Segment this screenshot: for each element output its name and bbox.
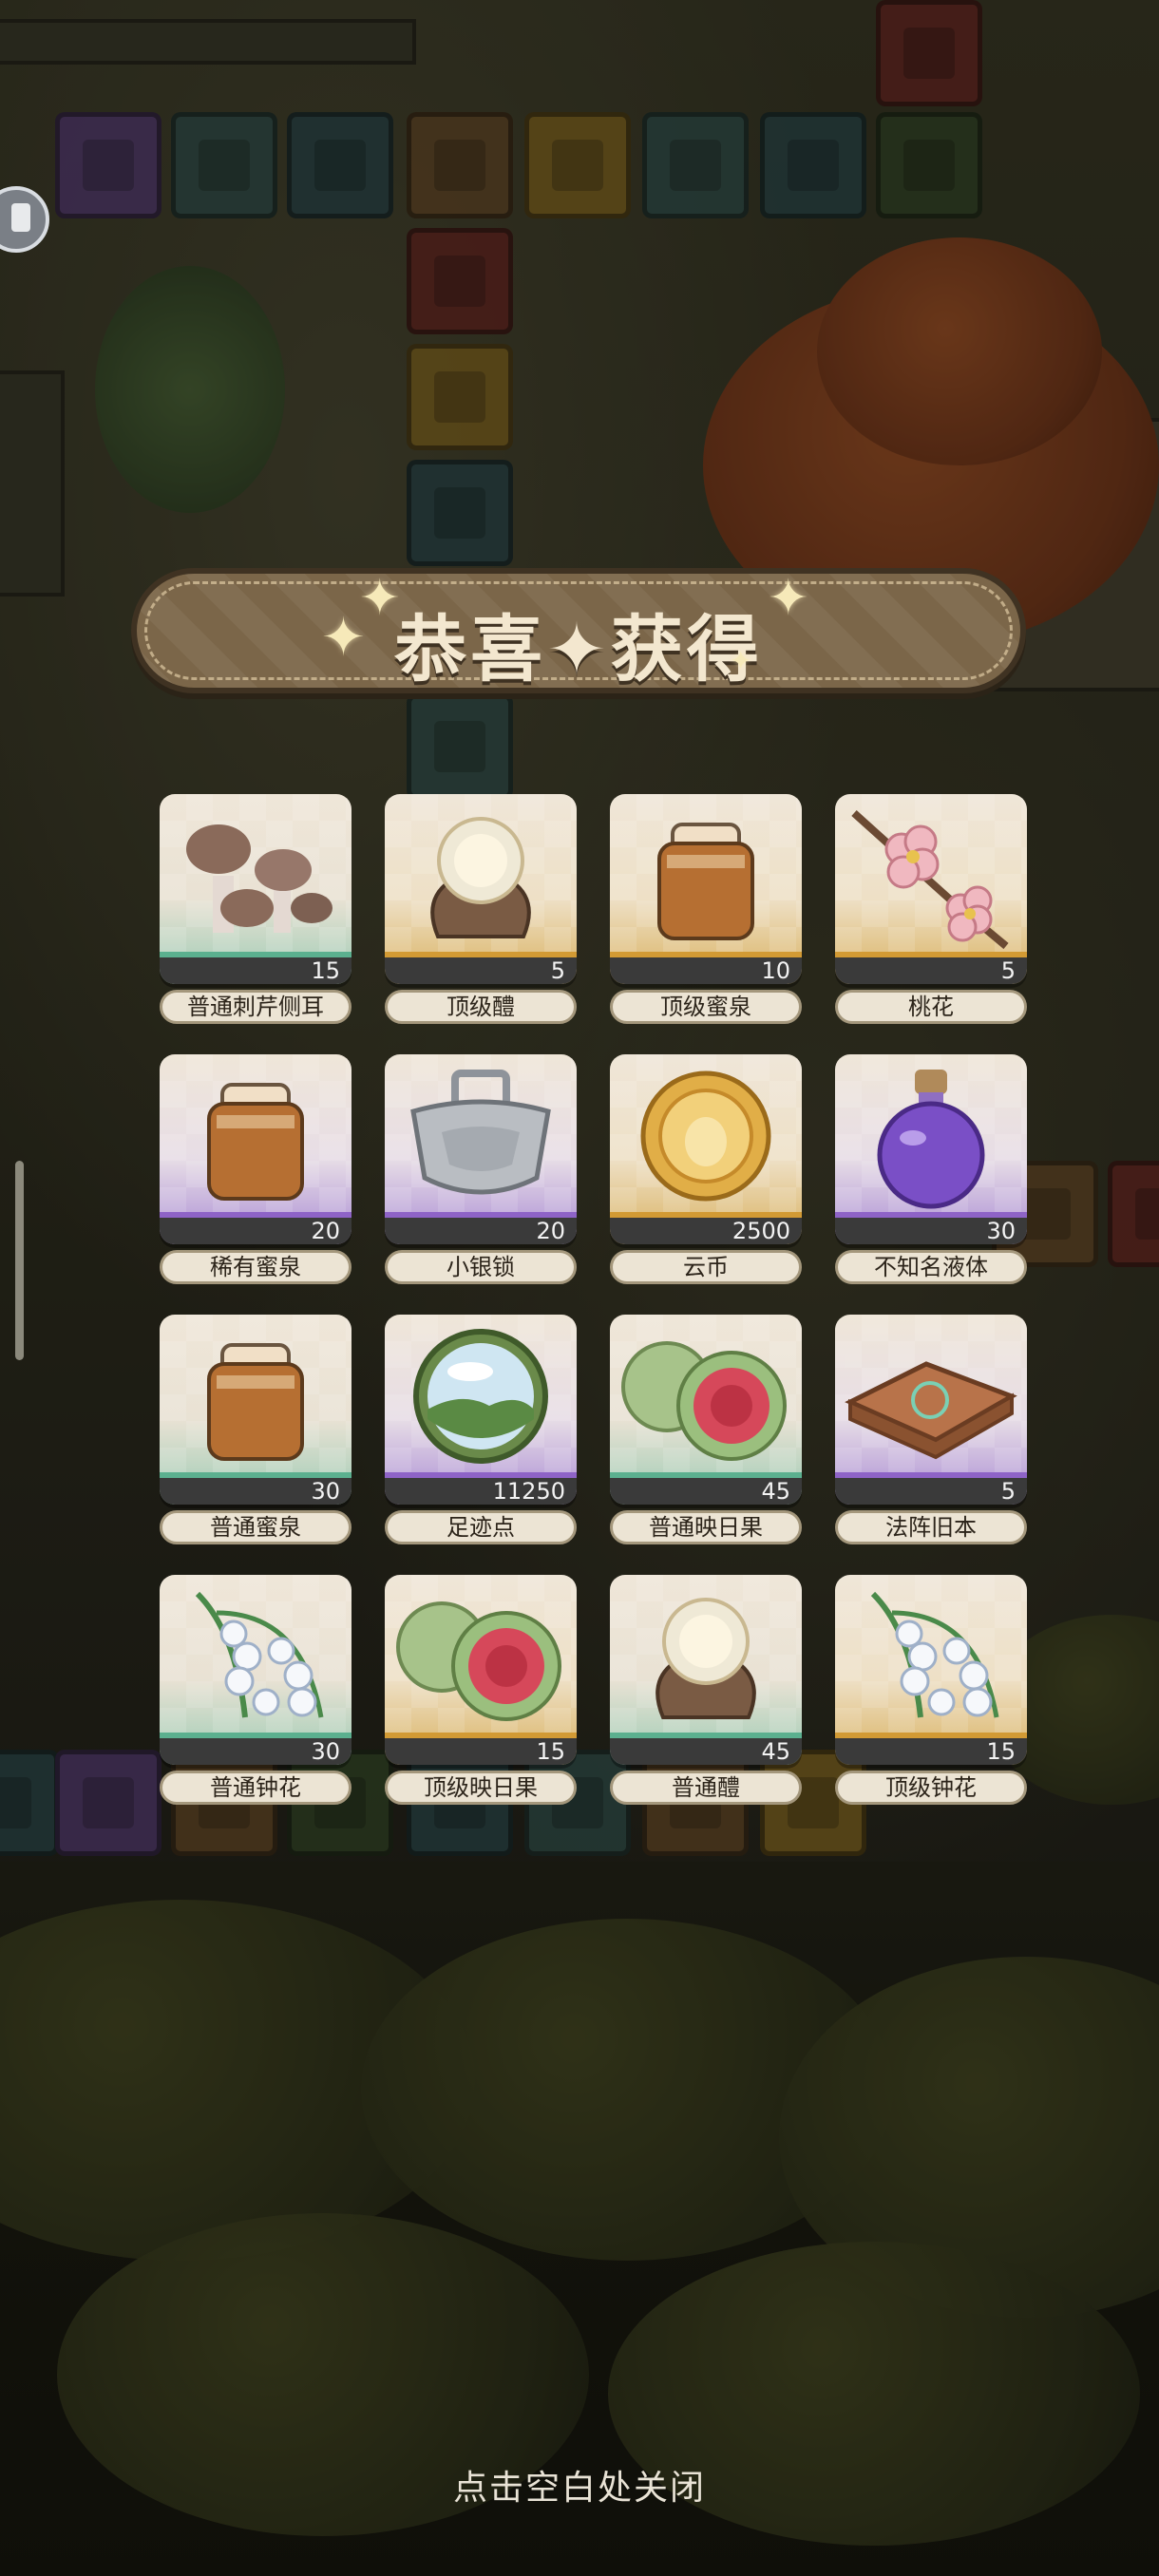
landscape-orb-icon — [413, 1329, 548, 1464]
reward-quantity: 15 — [835, 1738, 1027, 1765]
reward-quantity: 5 — [835, 1478, 1027, 1505]
reward-card[interactable]: 5 法阵旧本 — [835, 1315, 1027, 1544]
reward-card-frame: 5 — [385, 794, 577, 984]
reward-card-frame: 2500 — [610, 1054, 802, 1244]
reward-quantity: 30 — [160, 1478, 352, 1505]
reward-name: 稀有蜜泉 — [160, 1250, 352, 1284]
reward-card[interactable]: 11250 足迹点 — [385, 1315, 577, 1544]
reward-name: 普通醴 — [610, 1771, 802, 1805]
reward-card-frame: 30 — [835, 1054, 1027, 1244]
reward-card-frame: 30 — [160, 1575, 352, 1765]
old-book-icon — [845, 1361, 1017, 1460]
reward-quantity: 15 — [160, 957, 352, 984]
honey-jar-icon — [657, 823, 754, 940]
reward-quantity: 20 — [160, 1218, 352, 1244]
reward-banner: 恭喜✦获得 — [131, 568, 1026, 693]
reward-card-frame: 30 — [160, 1315, 352, 1505]
reward-card[interactable]: 15 顶级钟花 — [835, 1575, 1027, 1805]
reward-name: 顶级蜜泉 — [610, 990, 802, 1024]
reward-quantity: 15 — [385, 1738, 577, 1765]
reward-name: 法阵旧本 — [835, 1510, 1027, 1544]
sparkle-icon: ✦ — [321, 607, 366, 669]
reward-card-frame: 15 — [385, 1575, 577, 1765]
honey-jar-icon — [207, 1083, 304, 1201]
reward-quantity: 11250 — [385, 1478, 577, 1505]
honey-jar-icon — [207, 1343, 304, 1461]
coin-icon — [640, 1070, 771, 1202]
reward-name: 桃花 — [835, 990, 1027, 1024]
reward-card[interactable]: 20 稀有蜜泉 — [160, 1054, 352, 1284]
reward-quantity: 20 — [385, 1218, 577, 1244]
reward-name: 云币 — [610, 1250, 802, 1284]
reward-name: 普通刺芹侧耳 — [160, 990, 352, 1024]
reward-name: 足迹点 — [385, 1510, 577, 1544]
reward-card-frame: 15 — [835, 1575, 1027, 1765]
close-hint[interactable]: 点击空白处关闭 — [0, 2460, 1159, 2510]
silver-lock-icon — [410, 1070, 551, 1195]
reward-card[interactable]: 45 普通映日果 — [610, 1315, 802, 1544]
reward-card[interactable]: 30 普通钟花 — [160, 1575, 352, 1805]
potion-bottle-icon — [877, 1070, 985, 1209]
menu-icon — [11, 203, 30, 232]
reward-card-frame: 20 — [385, 1054, 577, 1244]
reward-card[interactable]: 30 普通蜜泉 — [160, 1315, 352, 1544]
reward-name: 顶级映日果 — [385, 1771, 577, 1805]
reward-quantity: 5 — [385, 957, 577, 984]
reward-card-frame: 15 — [160, 794, 352, 984]
reward-card-frame: 20 — [160, 1054, 352, 1244]
sparkle-icon: ✦ — [730, 645, 752, 676]
reward-quantity: 5 — [835, 957, 1027, 984]
reward-card-frame: 5 — [835, 794, 1027, 984]
reward-name: 顶级钟花 — [835, 1771, 1027, 1805]
reward-card[interactable]: 20 小银锁 — [385, 1054, 577, 1284]
reward-quantity: 30 — [835, 1218, 1027, 1244]
reward-card[interactable]: 5 桃花 — [835, 794, 1027, 1024]
reward-card-frame: 5 — [835, 1315, 1027, 1505]
reward-card-frame: 11250 — [385, 1315, 577, 1505]
reward-card[interactable]: 2500 云币 — [610, 1054, 802, 1284]
wine-jar-icon — [656, 1598, 756, 1719]
bellflower-icon — [870, 1591, 999, 1718]
peach-blossom-icon — [851, 810, 1009, 950]
reward-quantity: 10 — [610, 957, 802, 984]
reward-card-frame: 45 — [610, 1575, 802, 1765]
reward-name: 普通蜜泉 — [160, 1510, 352, 1544]
mushroom-icon — [186, 824, 332, 933]
reward-name: 不知名液体 — [835, 1250, 1027, 1284]
fig-icon — [396, 1601, 561, 1721]
reward-grid: 15 普通刺芹侧耳 5 顶级醴 10 顶级蜜泉 5 桃花 20 稀有蜜泉 20 … — [160, 794, 1032, 1805]
scrollbar[interactable] — [15, 1161, 24, 1360]
reward-card[interactable]: 30 不知名液体 — [835, 1054, 1027, 1284]
reward-quantity: 30 — [160, 1738, 352, 1765]
reward-quantity: 45 — [610, 1738, 802, 1765]
wine-jar-icon — [430, 817, 531, 938]
reward-card[interactable]: 45 普通醴 — [610, 1575, 802, 1805]
reward-card[interactable]: 15 顶级映日果 — [385, 1575, 577, 1805]
reward-quantity: 2500 — [610, 1218, 802, 1244]
banner-title: 恭喜✦获得 — [394, 607, 763, 691]
reward-quantity: 45 — [610, 1478, 802, 1505]
reward-card[interactable]: 5 顶级醴 — [385, 794, 577, 1024]
reward-card[interactable]: 10 顶级蜜泉 — [610, 794, 802, 1024]
fig-icon — [621, 1341, 787, 1461]
reward-card[interactable]: 15 普通刺芹侧耳 — [160, 794, 352, 1024]
reward-name: 顶级醴 — [385, 990, 577, 1024]
reward-name: 小银锁 — [385, 1250, 577, 1284]
bellflower-icon — [195, 1591, 324, 1718]
reward-card-frame: 45 — [610, 1315, 802, 1505]
reward-name: 普通映日果 — [610, 1510, 802, 1544]
reward-name: 普通钟花 — [160, 1771, 352, 1805]
reward-card-frame: 10 — [610, 794, 802, 984]
sparkle-icon: ✦ — [768, 570, 809, 627]
